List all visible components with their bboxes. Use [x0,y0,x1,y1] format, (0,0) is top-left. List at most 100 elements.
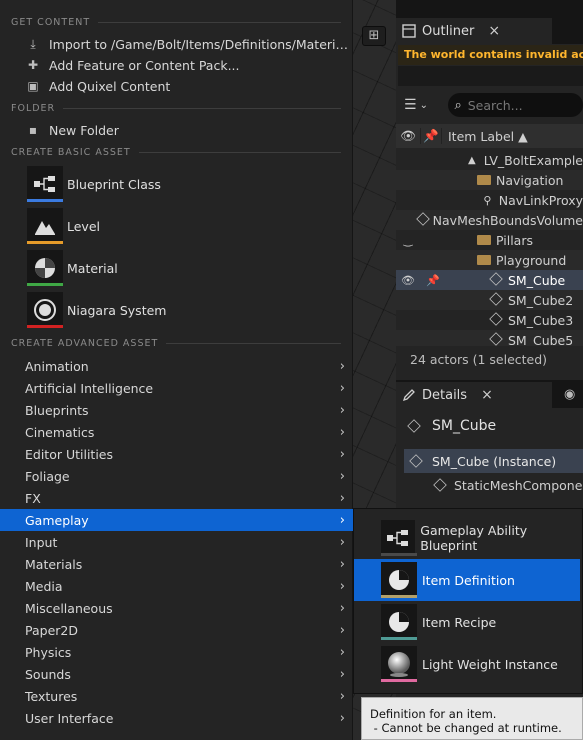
advanced-asset-label: Paper2D [25,622,78,638]
outliner-row-label: SM_Cube2 [508,292,574,308]
component-instance-row[interactable]: SM_Cube (Instance) [404,449,583,473]
outliner-row[interactable]: SM_Cube3 [396,310,583,330]
outliner-row[interactable]: Playground [396,250,583,270]
close-icon[interactable]: × [488,23,500,39]
details-actor-title: SM_Cube [407,418,497,434]
world-icon[interactable]: ◉ [564,387,575,402]
pencil-icon [402,388,416,402]
advanced-asset-item-input[interactable]: Input › [0,531,353,553]
advanced-asset-item-fx[interactable]: FX › [0,487,353,509]
actor-count: 24 actors (1 selected) [396,346,583,374]
gameplay-ability-blueprint-item[interactable]: Gameplay Ability Blueprint [354,517,580,559]
niagara-system-menu-item[interactable]: Niagara System [0,289,353,331]
chevron-right-icon: › [339,446,345,462]
tab-details[interactable]: Details × [396,382,552,408]
advanced-asset-item-editor-utilities[interactable]: Editor Utilities › [0,443,353,465]
outliner-row[interactable]: 👁 📌 SM_Cube [396,270,583,290]
outliner-row[interactable]: ⚲ NavLinkProxy [396,190,583,210]
invalid-actor-warning: The world contains invalid actor files [398,45,583,65]
search-icon: ⌕ [454,97,462,113]
material-icon [27,250,63,286]
advanced-asset-item-cinematics[interactable]: Cinematics › [0,421,353,443]
chevron-right-icon: › [339,424,345,440]
advanced-asset-item-user-interface[interactable]: User Interface › [0,707,353,729]
chevron-right-icon: › [339,644,345,660]
item-recipe-item[interactable]: Item Recipe [354,601,580,643]
blueprint-class-menu-item[interactable]: Blueprint Class [0,163,353,205]
add-quixel-label: Add Quixel Content [49,78,171,94]
outliner-row[interactable]: ‿ Pillars [396,230,583,250]
filter-button[interactable]: ☰ ⌄ [404,94,440,116]
grid-view-icon[interactable]: ⊞ [362,26,386,46]
outliner-row[interactable]: SM_Cube2 [396,290,583,310]
outliner-row-label: LV_BoltExample [483,152,583,168]
visibility-icon[interactable]: 👁 [400,274,416,287]
advanced-asset-item-artificial-intelligence[interactable]: Artificial Intelligence › [0,377,353,399]
advanced-asset-item-blueprints[interactable]: Blueprints › [0,399,353,421]
light-weight-instance-label: Light Weight Instance [422,656,558,672]
visibility-column-icon[interactable]: 👁 [396,128,420,144]
outliner-tab-label: Outliner [422,23,475,39]
item-definition-item[interactable]: Item Definition [354,559,580,601]
outliner-row[interactable]: NavMeshBoundsVolume [396,210,583,230]
chevron-right-icon: › [339,402,345,418]
advanced-asset-item-foliage[interactable]: Foliage › [0,465,353,487]
outliner-row[interactable]: ▲ LV_BoltExample [396,150,583,170]
tooltip-line-1: Definition for an item. [370,707,497,721]
outliner-tree: ▲ LV_BoltExample Navigation ⚲ NavLinkProxy Na… [396,150,583,350]
add-feature-pack-label: Add Feature or Content Pack... [49,57,240,73]
blueprint-graph-icon [381,520,417,556]
outliner-search-input[interactable]: ⌕ Search... [448,93,583,117]
hidden-eye-icon[interactable]: ‿ [400,234,416,247]
advanced-asset-item-gameplay[interactable]: Gameplay › [0,509,353,531]
static-mesh-component-row[interactable]: StaticMeshComponent [433,474,583,496]
navlink-icon: ⚲ [483,193,492,207]
advanced-asset-item-animation[interactable]: Animation › [0,355,353,377]
advanced-asset-label: Textures [25,688,78,704]
chevron-right-icon: › [339,358,345,374]
outliner-filter-row: ☰ ⌄ ⌕ Search... [396,90,583,120]
light-weight-instance-item[interactable]: Light Weight Instance [354,643,580,685]
section-get-content: GET CONTENT [11,15,341,29]
pin-icon[interactable]: 📌 [426,274,440,287]
chevron-right-icon: › [339,380,345,396]
section-create-basic-asset: CREATE BASIC ASSET [11,145,341,159]
add-feature-pack-menu-item[interactable]: ✚ Add Feature or Content Pack... [0,54,353,76]
item-label-column[interactable]: Item Label ▲ [442,129,528,144]
details-tab-label: Details [422,387,468,403]
advanced-asset-item-paper2d[interactable]: Paper2D › [0,619,353,641]
chevron-right-icon: › [339,710,345,726]
advanced-asset-item-media[interactable]: Media › [0,575,353,597]
actor-name: SM_Cube [432,418,497,434]
advanced-asset-item-textures[interactable]: Textures › [0,685,353,707]
sphere-icon [381,646,417,682]
chevron-right-icon: › [339,578,345,594]
advanced-asset-item-miscellaneous[interactable]: Miscellaneous › [0,597,353,619]
material-label: Material [67,260,118,276]
outliner-row-label: Pillars [496,232,533,248]
advanced-asset-label: FX [25,490,41,506]
advanced-asset-item-sounds[interactable]: Sounds › [0,663,353,685]
static-mesh-icon [488,291,504,308]
section-folder: FOLDER [11,101,341,115]
advanced-asset-item-physics[interactable]: Physics › [0,641,353,663]
blueprint-class-icon [27,166,63,202]
pie-icon [381,562,417,598]
tab-outliner[interactable]: Outliner × [396,18,552,44]
level-menu-item[interactable]: Level [0,205,353,247]
chevron-right-icon: › [339,688,345,704]
pin-column-icon[interactable]: 📌 [420,128,442,144]
import-menu-item[interactable]: ⤓ Import to /Game/Bolt/Items/Definitions… [0,33,353,55]
search-placeholder: Search... [467,97,523,113]
new-folder-menu-item[interactable]: ▪ New Folder [0,119,353,141]
close-icon[interactable]: × [481,387,493,403]
chevron-right-icon: › [339,534,345,550]
outliner-row[interactable]: Navigation [396,170,583,190]
advanced-asset-label: Editor Utilities [25,446,114,462]
add-quixel-menu-item[interactable]: ▣ Add Quixel Content [0,75,353,97]
advanced-asset-label: Sounds [25,666,71,682]
advanced-asset-item-materials[interactable]: Materials › [0,553,353,575]
section-create-advanced-asset: CREATE ADVANCED ASSET [11,336,341,350]
material-menu-item[interactable]: Material [0,247,353,289]
chevron-right-icon: › [339,666,345,682]
